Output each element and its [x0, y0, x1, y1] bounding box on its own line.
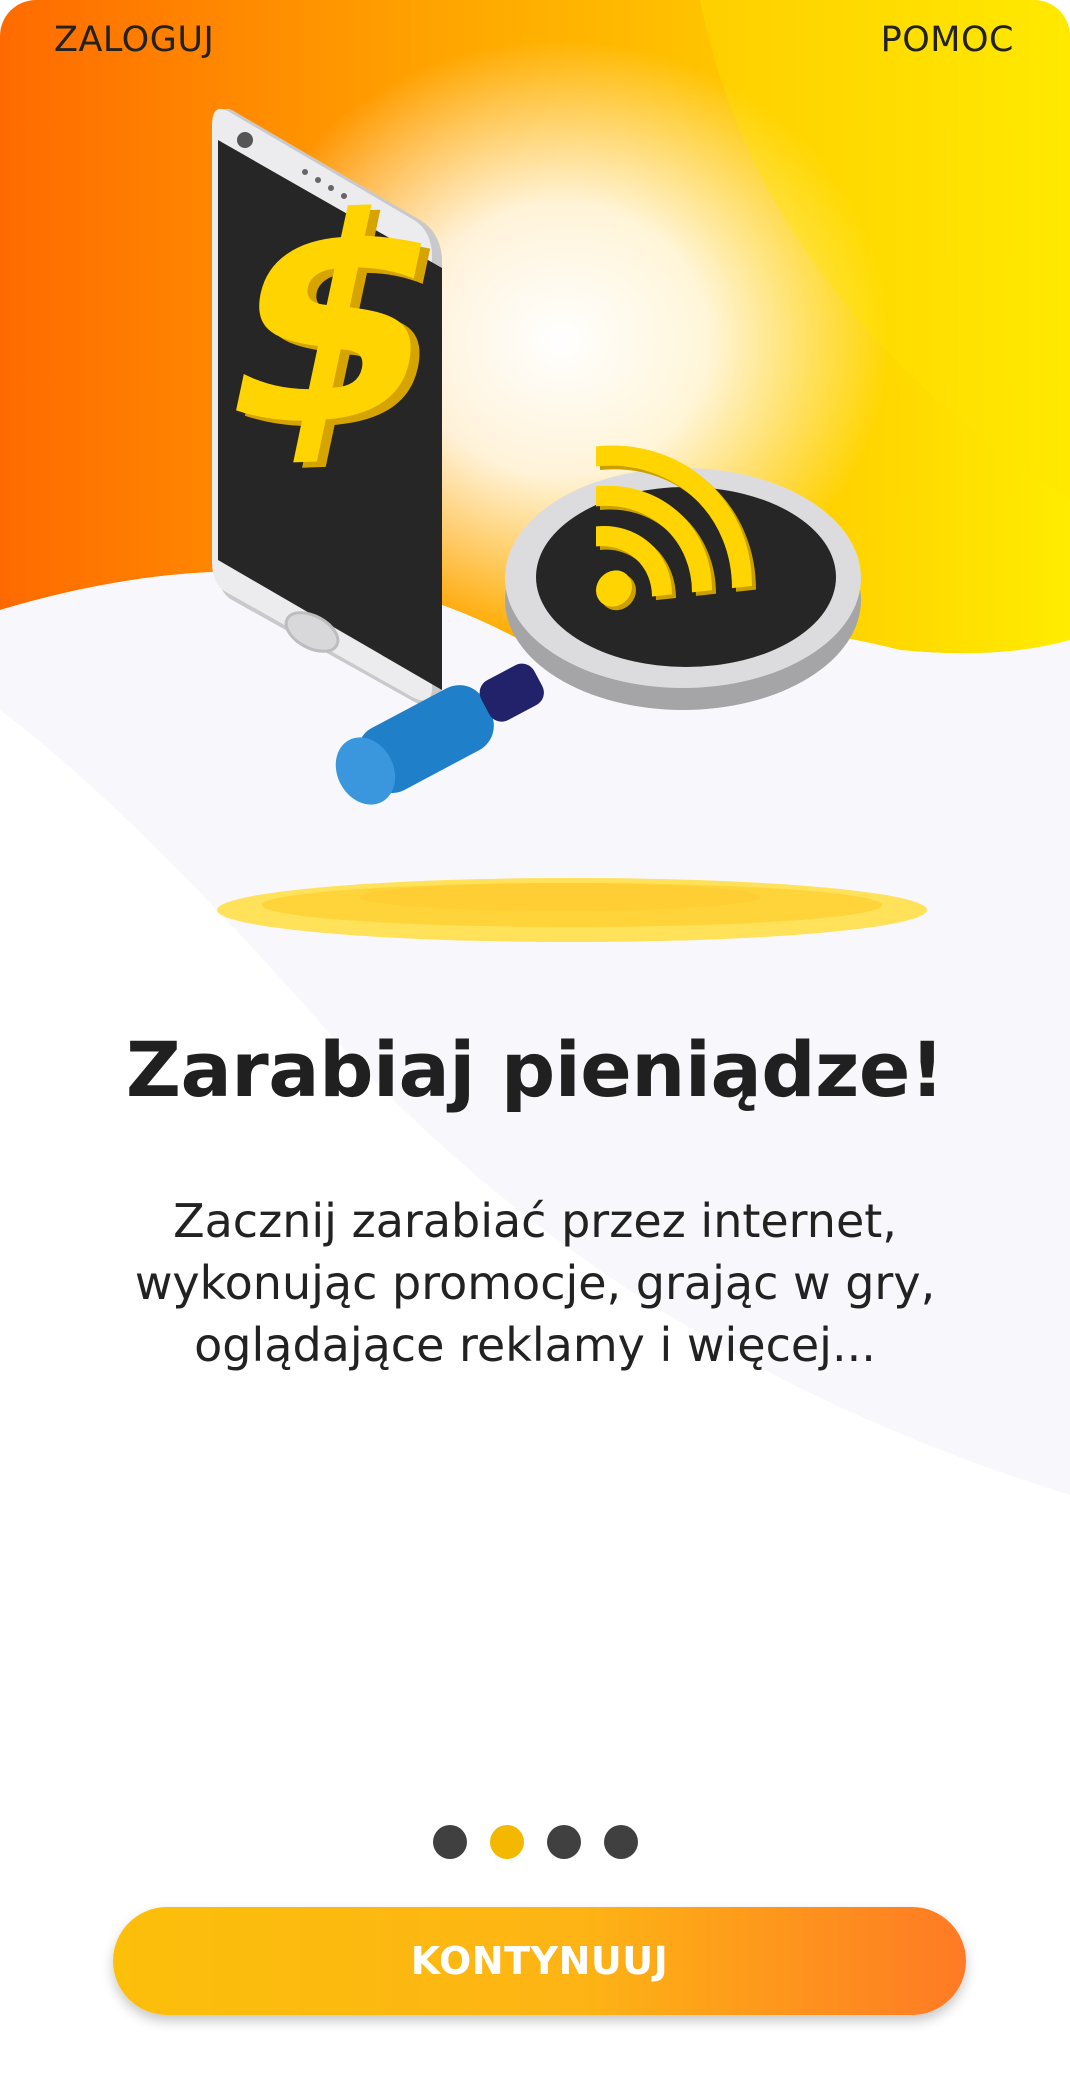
continue-button-label: KONTYNUUJ	[410, 1939, 669, 1983]
continue-button[interactable]: KONTYNUUJ	[113, 1907, 966, 2015]
onboarding-title: Zarabiaj pieniądze!	[125, 1025, 945, 1114]
page-dot[interactable]	[603, 1825, 638, 1859]
page-indicator	[0, 1825, 1070, 1859]
description-line: oglądające reklamy i więcej...	[194, 1318, 876, 1372]
onboarding-description: Zacznij zarabiać przez internet, wykonuj…	[100, 1190, 970, 1376]
page-dot[interactable]	[546, 1825, 581, 1859]
page-dot[interactable]	[432, 1825, 467, 1859]
ground-shadow	[217, 878, 927, 942]
description-line: wykonując promocje, grając w gry,	[134, 1256, 936, 1310]
onboarding-screen: ZALOGUJ POMOC $ $ Zarabiaj pieniądze! Za…	[0, 0, 1070, 2100]
description-line: Zacznij zarabiać przez internet,	[173, 1194, 897, 1248]
page-dot[interactable]	[489, 1825, 524, 1859]
hero-illustration: $ $	[195, 108, 927, 942]
